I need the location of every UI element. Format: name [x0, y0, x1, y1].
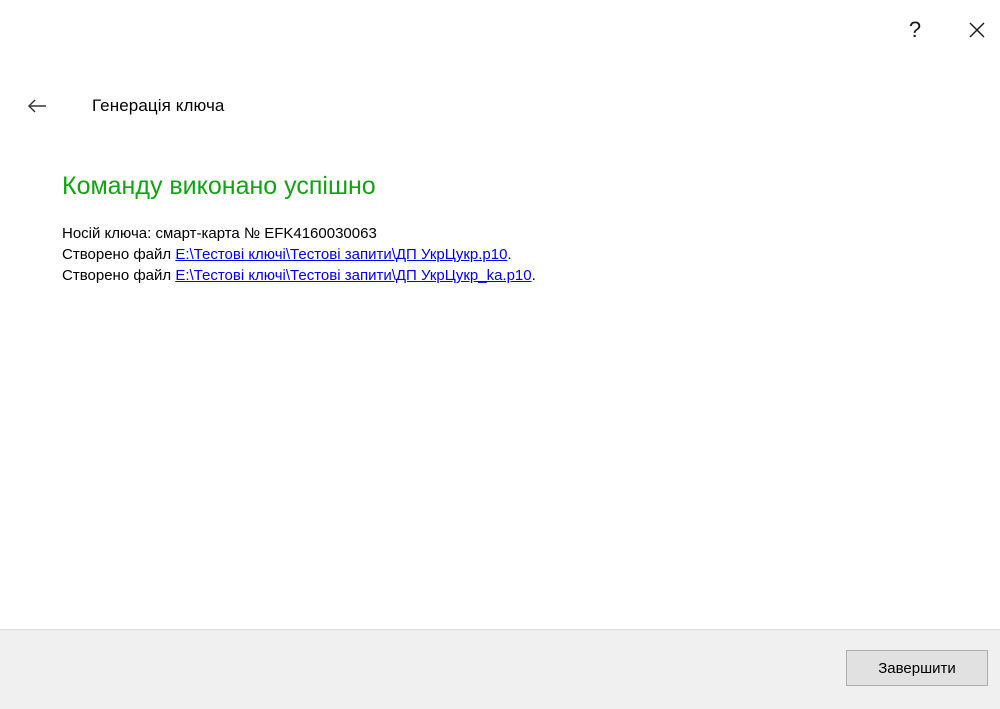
result-panel: Командy виконано успішно Носій ключа: см… [62, 172, 960, 286]
created-file-prefix: Створено файл [62, 267, 176, 284]
footer-bar: Завершити [0, 629, 1000, 709]
finish-button[interactable]: Завершити [846, 650, 988, 686]
created-file-line: Створено файл E:\Тестові ключі\Тестові з… [62, 265, 960, 286]
key-carrier-text: Носій ключа: смарт-карта № EFK4160030063 [62, 225, 377, 242]
created-file-suffix: . [507, 246, 512, 263]
close-button[interactable] [954, 0, 1000, 60]
file-link[interactable]: E:\Тестові ключі\Тестові запити\ДП УкрЦу… [175, 246, 507, 263]
created-file-suffix: . [531, 267, 536, 284]
created-file-line: Створено файл E:\Тестові ключі\Тестові з… [62, 244, 960, 265]
page-title: Генерація ключа [92, 96, 225, 115]
success-message: Командy виконано успішно [62, 172, 376, 200]
window-controls: ? [892, 0, 1000, 60]
arrow-left-icon [28, 99, 46, 113]
result-details: Носій ключа: смарт-карта № EFK4160030063… [62, 223, 960, 286]
close-icon [969, 22, 985, 38]
file-link[interactable]: E:\Тестові ключі\Тестові запити\ДП УкрЦу… [175, 267, 531, 284]
back-button[interactable] [22, 91, 52, 121]
help-button[interactable]: ? [892, 0, 938, 60]
page-header: Генерація ключа [22, 88, 224, 124]
created-file-prefix: Створено файл [62, 246, 176, 263]
